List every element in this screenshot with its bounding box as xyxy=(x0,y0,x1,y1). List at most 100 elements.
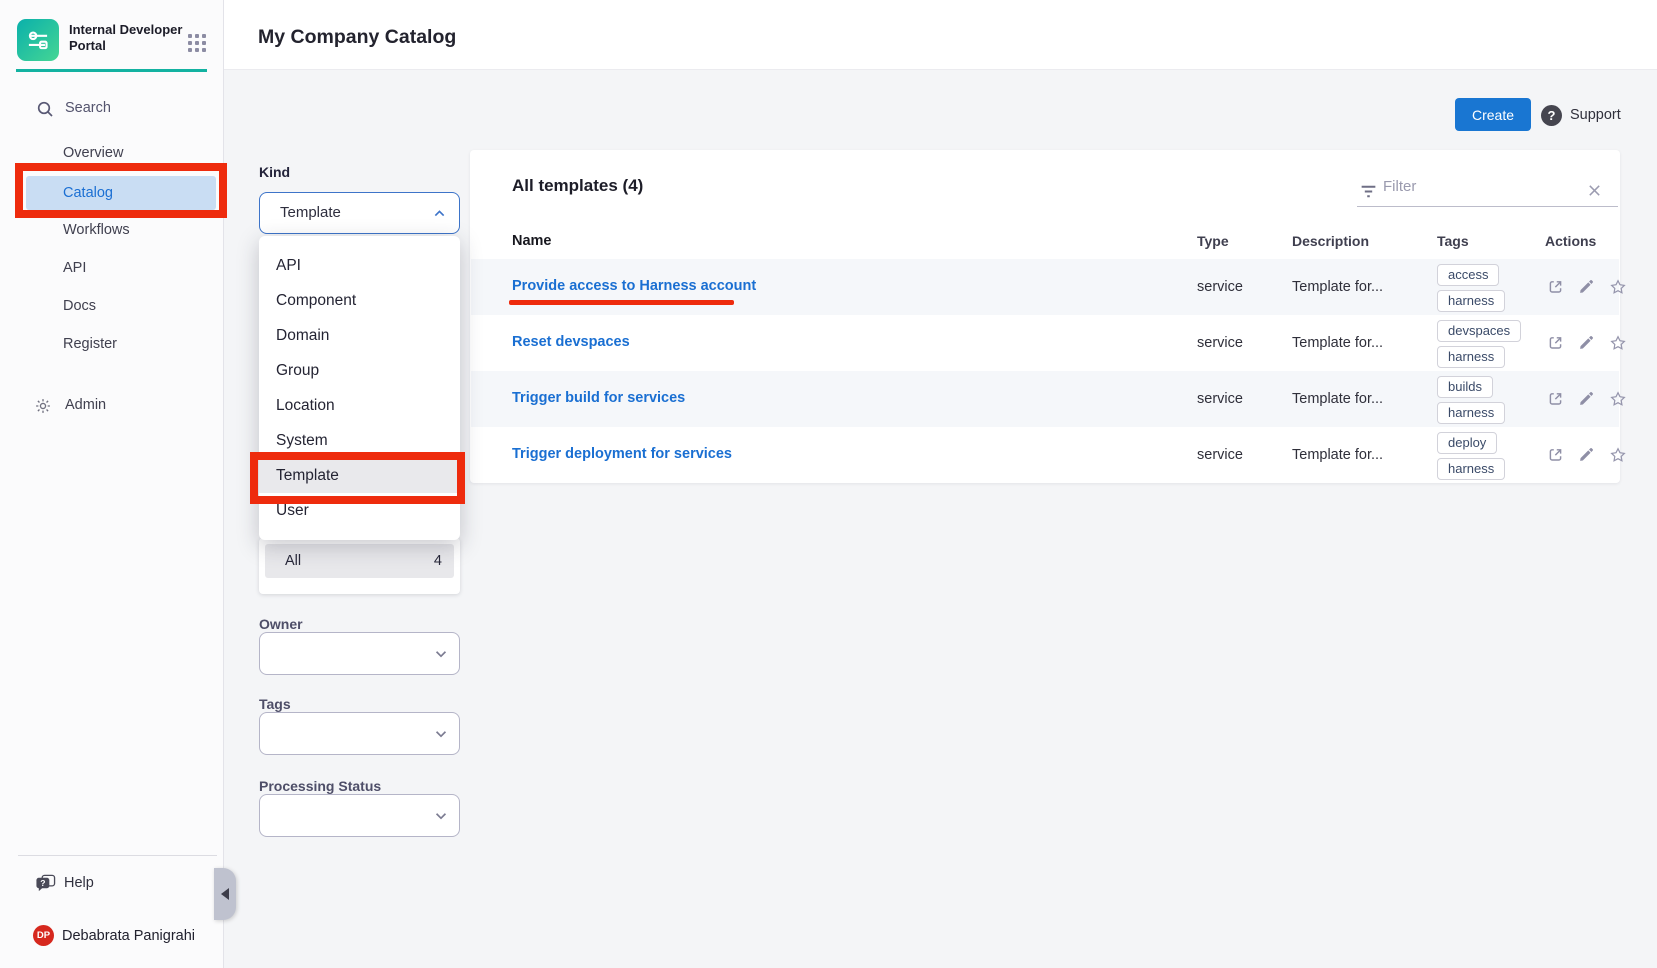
sidebar-search[interactable]: Search xyxy=(0,92,224,126)
create-button[interactable]: Create xyxy=(1455,98,1531,131)
row-tags: access harness xyxy=(1437,264,1505,312)
open-external-icon[interactable] xyxy=(1547,334,1564,351)
column-tags: Tags xyxy=(1437,233,1469,249)
row-description: Template for... xyxy=(1292,335,1383,351)
star-icon[interactable] xyxy=(1609,390,1627,408)
apps-grid-icon[interactable] xyxy=(186,30,207,55)
filter-icon xyxy=(1359,182,1378,201)
row-type: service xyxy=(1197,391,1243,407)
nav-label: API xyxy=(63,260,86,276)
user-profile[interactable]: DP Debabrata Panigrahi xyxy=(0,922,224,950)
tag-chip: harness xyxy=(1437,346,1505,368)
kind-option-component[interactable]: Component xyxy=(259,283,460,318)
nav-label: Register xyxy=(63,336,117,352)
column-description: Description xyxy=(1292,233,1369,249)
row-actions xyxy=(1547,446,1627,464)
template-link[interactable]: Trigger build for services xyxy=(512,390,685,406)
column-actions: Actions xyxy=(1545,233,1596,249)
row-type: service xyxy=(1197,447,1243,463)
sidebar-item-workflows[interactable]: Workflows xyxy=(26,213,216,247)
sidebar-item-register[interactable]: Register xyxy=(26,327,216,361)
star-icon[interactable] xyxy=(1609,446,1627,464)
nav-label: Workflows xyxy=(63,222,130,238)
table-filter xyxy=(1357,175,1618,207)
tag-chip: deploy xyxy=(1437,432,1497,454)
star-icon[interactable] xyxy=(1609,278,1627,296)
sidebar-item-docs[interactable]: Docs xyxy=(26,289,216,323)
owner-label: Owner xyxy=(259,616,303,632)
edit-pencil-icon[interactable] xyxy=(1578,334,1595,351)
top-header: My Company Catalog xyxy=(224,0,1657,70)
nav-label: Overview xyxy=(63,145,123,161)
gear-icon xyxy=(34,397,52,415)
sidebar: Internal Developer Portal Search Overvie… xyxy=(0,0,224,968)
tag-chip: harness xyxy=(1437,402,1505,424)
star-icon[interactable] xyxy=(1609,334,1627,352)
kind-option-api[interactable]: API xyxy=(259,248,460,283)
admin-label: Admin xyxy=(65,397,106,413)
logo-title-line2: Portal xyxy=(69,38,182,54)
tag-chip: devspaces xyxy=(1437,320,1521,342)
facet-all-count: 4 xyxy=(434,553,442,569)
kind-option-template[interactable]: Template xyxy=(259,458,460,493)
clear-filter-icon[interactable] xyxy=(1587,183,1602,198)
template-link[interactable]: Trigger deployment for services xyxy=(512,446,732,462)
row-description: Template for... xyxy=(1292,447,1383,463)
sidebar-item-catalog[interactable]: Catalog xyxy=(26,176,216,210)
svg-text:?: ? xyxy=(40,878,45,888)
template-link[interactable]: Reset devspaces xyxy=(512,334,630,350)
sidebar-item-api[interactable]: API xyxy=(26,251,216,285)
sidebar-item-help[interactable]: ? Help xyxy=(0,866,224,900)
kind-select-value: Template xyxy=(280,204,341,221)
help-label: Help xyxy=(64,875,94,891)
row-description: Template for... xyxy=(1292,391,1383,407)
processing-status-label: Processing Status xyxy=(259,778,381,794)
support-button[interactable]: ? Support xyxy=(1541,103,1621,127)
facet-all[interactable]: All 4 xyxy=(265,544,454,578)
chevron-down-icon xyxy=(433,808,449,824)
kind-option-location[interactable]: Location xyxy=(259,388,460,423)
logo-title-line1: Internal Developer xyxy=(69,22,182,38)
tag-chip: harness xyxy=(1437,458,1505,480)
open-external-icon[interactable] xyxy=(1547,390,1564,407)
chevron-down-icon xyxy=(433,646,449,662)
edit-pencil-icon[interactable] xyxy=(1578,390,1595,407)
table-filter-input[interactable] xyxy=(1383,178,1583,195)
row-tags: devspaces harness xyxy=(1437,320,1521,368)
row-tags: deploy harness xyxy=(1437,432,1505,480)
sidebar-item-overview[interactable]: Overview xyxy=(26,136,216,170)
avatar: DP xyxy=(33,925,54,946)
kind-select[interactable]: Template xyxy=(259,192,460,234)
user-name: Debabrata Panigrahi xyxy=(62,928,195,944)
logo-title: Internal Developer Portal xyxy=(69,22,182,54)
edit-pencil-icon[interactable] xyxy=(1578,278,1595,295)
kind-option-user[interactable]: User xyxy=(259,493,460,528)
open-external-icon[interactable] xyxy=(1547,446,1564,463)
row-type: service xyxy=(1197,335,1243,351)
owner-select[interactable] xyxy=(259,632,460,675)
sidebar-divider xyxy=(18,855,217,856)
open-external-icon[interactable] xyxy=(1547,278,1564,295)
tags-select[interactable] xyxy=(259,712,460,755)
chevron-up-icon xyxy=(432,206,447,221)
app-root: Internal Developer Portal Search Overvie… xyxy=(0,0,1657,968)
tag-chip: access xyxy=(1437,264,1499,286)
edit-pencil-icon[interactable] xyxy=(1578,446,1595,463)
row-actions xyxy=(1547,390,1627,408)
sidebar-collapse-handle[interactable] xyxy=(214,868,236,920)
table-title: All templates (4) xyxy=(512,176,643,196)
kind-option-group[interactable]: Group xyxy=(259,353,460,388)
sidebar-item-admin[interactable]: Admin xyxy=(0,389,224,423)
nav-label: Docs xyxy=(63,298,96,314)
kind-dropdown-menu: API Component Domain Group Location Syst… xyxy=(259,236,460,540)
processing-status-select[interactable] xyxy=(259,794,460,837)
table-row: Provide access to Harness account servic… xyxy=(471,259,1619,315)
teal-divider xyxy=(16,69,207,72)
row-actions xyxy=(1547,334,1627,352)
column-name: Name xyxy=(512,233,552,249)
logo-row: Internal Developer Portal xyxy=(17,19,209,63)
kind-option-system[interactable]: System xyxy=(259,423,460,458)
kind-option-domain[interactable]: Domain xyxy=(259,318,460,353)
template-link[interactable]: Provide access to Harness account xyxy=(512,278,756,294)
search-label: Search xyxy=(65,100,111,116)
